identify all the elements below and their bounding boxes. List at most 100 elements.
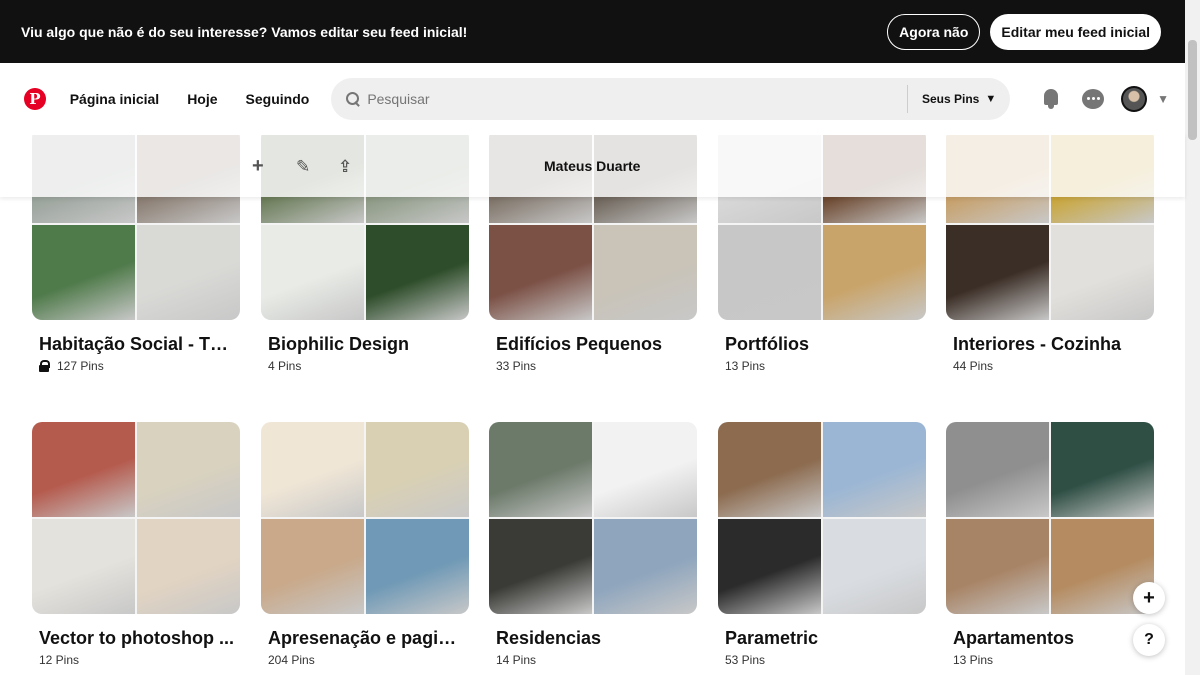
notifications-button[interactable] — [1036, 84, 1066, 114]
board-card[interactable]: Apartamentos 13 Pins — [946, 422, 1154, 667]
share-icon[interactable]: ⇪ — [338, 157, 352, 177]
pencil-icon[interactable]: ✎ — [296, 157, 310, 177]
help-button[interactable]: ? — [1133, 624, 1165, 656]
board-card[interactable]: Apresenação e pagin... 204 Pins — [261, 422, 469, 667]
banner-text: Viu algo que não é do seu interesse? Vam… — [21, 23, 468, 40]
board-pin-count: 13 Pins — [953, 653, 1154, 667]
pin-count-text: 13 Pins — [725, 359, 766, 373]
board-card[interactable]: Residencias 14 Pins — [489, 422, 697, 667]
board-cover-image — [594, 519, 697, 614]
board-title[interactable]: Apartamentos — [953, 628, 1149, 649]
board-title[interactable]: Apresenação e pagin... — [268, 628, 464, 649]
add-floating-button[interactable]: + — [1133, 582, 1165, 614]
board-title[interactable]: Habitação Social - TCC — [39, 334, 235, 355]
nav-home[interactable]: Página inicial — [70, 91, 159, 107]
board-cover-image — [261, 422, 364, 517]
board-title[interactable]: Edifícios Pequenos — [496, 334, 692, 355]
board-cover-image — [946, 422, 1049, 517]
board-pin-count: 204 Pins — [268, 653, 469, 667]
board-pin-count: 127 Pins — [39, 359, 240, 373]
pin-count-text: 127 Pins — [57, 359, 104, 373]
profile-name: Mateus Duarte — [544, 158, 641, 174]
profile-action-bar: + ✎ ⇪ Mateus Duarte — [0, 133, 1185, 197]
search-bar[interactable]: Seus Pins ▼ — [331, 78, 1011, 120]
nav-following[interactable]: Seguindo — [246, 91, 310, 107]
search-divider — [906, 85, 908, 113]
search-scope-dropdown[interactable]: Seus Pins ▼ — [922, 92, 996, 106]
board-cover-image — [366, 519, 469, 614]
board-pin-count: 13 Pins — [725, 359, 926, 373]
board-pin-count: 44 Pins — [953, 359, 1154, 373]
board-cover-image — [823, 519, 926, 614]
board-pin-count: 4 Pins — [268, 359, 469, 373]
edit-feed-button[interactable]: Editar meu feed inicial — [990, 13, 1161, 50]
board-cover-image — [1051, 422, 1154, 517]
pin-count-text: 13 Pins — [953, 653, 994, 667]
board-cover-image — [32, 519, 135, 614]
lock-icon — [39, 360, 50, 372]
board-cover-image — [137, 519, 240, 614]
board-title[interactable]: Biophilic Design — [268, 334, 464, 355]
board-cover-image — [137, 225, 240, 320]
pinterest-logo-icon[interactable]: P — [24, 88, 46, 110]
logo-letter: P — [29, 89, 41, 108]
nav-today[interactable]: Hoje — [187, 91, 217, 107]
avatar[interactable] — [1121, 86, 1148, 112]
board-card[interactable]: Vector to photoshop ... 12 Pins — [32, 422, 240, 667]
board-cover-image — [137, 422, 240, 517]
board-cover[interactable] — [946, 422, 1154, 614]
board-cover-image — [718, 225, 821, 320]
board-title[interactable]: Interiores - Cozinha — [953, 334, 1149, 355]
board-cover-image — [594, 422, 697, 517]
board-cover-image — [718, 519, 821, 614]
dismiss-button[interactable]: Agora não — [887, 13, 981, 50]
chat-icon — [1081, 89, 1104, 109]
board-cover-image — [489, 225, 592, 320]
board-pin-count: 53 Pins — [725, 653, 926, 667]
board-title[interactable]: Parametric — [725, 628, 921, 649]
top-header: P Página inicial Hoje Seguindo Seus Pins… — [0, 63, 1185, 135]
board-cover[interactable] — [489, 422, 697, 614]
board-cover-image — [489, 519, 592, 614]
search-icon — [345, 91, 361, 107]
board-card[interactable]: Parametric 53 Pins — [718, 422, 926, 667]
scrollbar[interactable] — [1185, 0, 1200, 675]
pin-count-text: 14 Pins — [496, 653, 537, 667]
board-cover-image — [366, 225, 469, 320]
board-cover-image — [489, 422, 592, 517]
board-cover[interactable] — [718, 422, 926, 614]
board-cover-image — [718, 422, 821, 517]
board-cover-image — [946, 519, 1049, 614]
pin-count-text: 204 Pins — [268, 653, 315, 667]
board-cover-image — [946, 225, 1049, 320]
board-cover-image — [32, 225, 135, 320]
plus-icon[interactable]: + — [252, 155, 264, 178]
scroll-thumb[interactable] — [1188, 40, 1197, 140]
board-cover-image — [261, 225, 364, 320]
board-pin-count: 14 Pins — [496, 653, 697, 667]
pin-count-text: 53 Pins — [725, 653, 766, 667]
board-title[interactable]: Vector to photoshop ... — [39, 628, 235, 649]
pin-count-text: 33 Pins — [496, 359, 537, 373]
board-cover[interactable] — [32, 422, 240, 614]
chevron-down-icon: ▼ — [985, 93, 997, 105]
board-cover[interactable] — [261, 422, 469, 614]
board-title[interactable]: Residencias — [496, 628, 692, 649]
account-menu-chevron-icon[interactable]: ▼ — [1157, 92, 1169, 106]
board-cover-image — [366, 422, 469, 517]
messages-button[interactable] — [1078, 84, 1108, 114]
feed-edit-banner: Viu algo que não é do seu interesse? Vam… — [0, 0, 1185, 63]
board-cover-image — [261, 519, 364, 614]
board-pin-count: 12 Pins — [39, 653, 240, 667]
pin-count-text: 44 Pins — [953, 359, 994, 373]
board-title[interactable]: Portfólios — [725, 334, 921, 355]
search-input[interactable] — [367, 91, 897, 107]
board-cover-image — [594, 225, 697, 320]
board-cover-image — [1051, 225, 1154, 320]
pin-count-text: 12 Pins — [39, 653, 80, 667]
board-cover-image — [823, 225, 926, 320]
pin-count-text: 4 Pins — [268, 359, 302, 373]
board-cover-image — [32, 422, 135, 517]
bell-icon — [1042, 89, 1060, 109]
search-scope-label: Seus Pins — [921, 92, 980, 106]
